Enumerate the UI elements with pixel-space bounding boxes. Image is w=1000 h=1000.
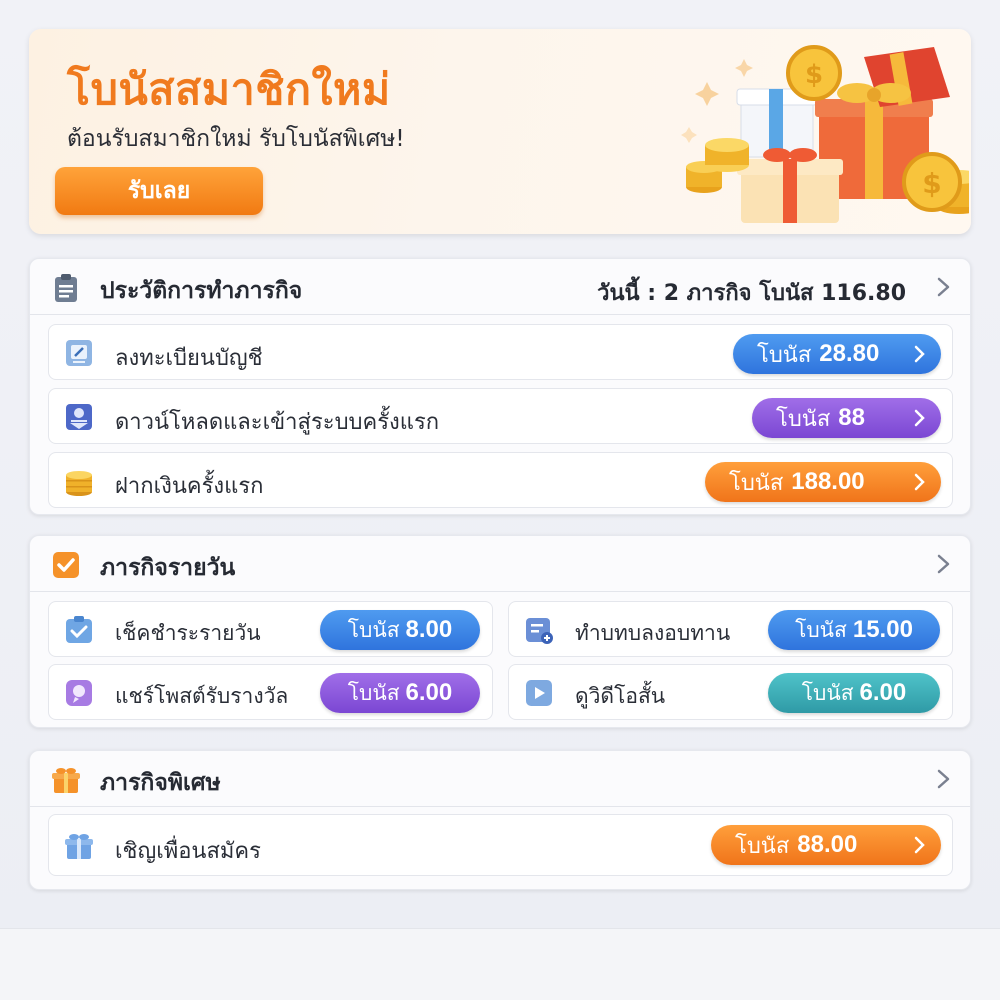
- task-label: แชร์โพสต์รับรางวัล: [115, 684, 289, 708]
- gift-boxes-illustration: $ $: [681, 45, 969, 223]
- banner-title: โบนัสสมาชิกใหม่: [67, 65, 391, 115]
- checkbox-icon: [53, 552, 79, 578]
- new-member-banner: โบนัสสมาชิกใหม่ ต้อนรับสมาชิกใหม่ รับโบน…: [29, 29, 971, 234]
- chevron-right-icon: [914, 473, 925, 491]
- daily-mission-header[interactable]: ภารกิจรายวัน: [30, 536, 970, 592]
- checkin-icon: [66, 616, 92, 643]
- bottom-bar: [0, 928, 1000, 1000]
- daily-mission-title: ภารกิจรายวัน: [100, 555, 236, 581]
- claim-button[interactable]: รับเลย: [55, 167, 263, 215]
- task-label: ดาวน์โหลดและเข้าสู่ระบบครั้งแรก: [115, 410, 440, 435]
- bonus-button[interactable]: โบนัส 6.00: [768, 673, 940, 713]
- svg-text:$: $: [922, 167, 941, 200]
- video-icon: [526, 680, 552, 706]
- task-label: เช็คชำระรายวัน: [115, 621, 261, 645]
- task-icon: [526, 618, 553, 644]
- chevron-right-icon[interactable]: [932, 275, 954, 299]
- today-summary: วันนี้ : 2 ภารกิจ โบนัส 116.80: [597, 281, 906, 306]
- list-item: ดูวิดีโอสั้น โบนัส 6.00: [508, 664, 953, 720]
- gift-box-icon: [52, 768, 80, 793]
- svg-text:$: $: [805, 60, 823, 90]
- task-label: เชิญเพื่อนสมัคร: [115, 839, 261, 864]
- download-icon: [66, 404, 92, 430]
- bonus-button[interactable]: โบนัส 28.80: [733, 334, 941, 374]
- bonus-button[interactable]: โบนัส 8.00: [320, 610, 480, 650]
- task-label: ดูวิดีโอสั้น: [575, 684, 666, 708]
- gift-icon: [65, 834, 93, 859]
- chevron-right-icon: [914, 836, 925, 854]
- special-mission-card: ภารกิจพิเศษ เชิญเพื่อนสมัคร โบนัส 88.00: [29, 750, 971, 890]
- bonus-button[interactable]: โบนัส 188.00: [705, 462, 941, 502]
- chevron-right-icon: [914, 409, 925, 427]
- bonus-button[interactable]: โบนัส 88.00: [711, 825, 941, 865]
- list-item: ฝากเงินครั้งแรก โบนัส 188.00: [48, 452, 953, 508]
- daily-mission-card: ภารกิจรายวัน เช็คชำระรายวัน โบนัส 8.00 ท…: [29, 535, 971, 728]
- coins-icon: [66, 471, 92, 496]
- mission-history-title: ประวัติการทำภารกิจ: [100, 278, 303, 304]
- task-label: ลงทะเบียนบัญชี: [115, 346, 263, 371]
- list-item: แชร์โพสต์รับรางวัล โบนัส 6.00: [48, 664, 493, 720]
- chevron-right-icon[interactable]: [932, 552, 954, 576]
- list-item: เชิญเพื่อนสมัคร โบนัส 88.00: [48, 814, 953, 876]
- task-label: ทำบทบลงอบทาน: [575, 621, 731, 645]
- bonus-button[interactable]: โบนัส 15.00: [768, 610, 940, 650]
- task-label: ฝากเงินครั้งแรก: [115, 474, 264, 499]
- special-mission-header[interactable]: ภารกิจพิเศษ: [30, 751, 970, 807]
- chevron-right-icon[interactable]: [932, 767, 954, 791]
- list-item: ลงทะเบียนบัญชี โบนัส 28.80: [48, 324, 953, 380]
- list-item: เช็คชำระรายวัน โบนัส 8.00: [48, 601, 493, 657]
- special-mission-title: ภารกิจพิเศษ: [100, 770, 221, 796]
- mission-history-header[interactable]: ประวัติการทำภารกิจ วันนี้ : 2 ภารกิจ โบน…: [30, 259, 970, 315]
- register-icon: [66, 340, 92, 366]
- mission-history-card: ประวัติการทำภารกิจ วันนี้ : 2 ภารกิจ โบน…: [29, 258, 971, 515]
- bonus-button[interactable]: โบนัส 88: [752, 398, 941, 438]
- share-icon: [66, 680, 92, 706]
- list-item: ดาวน์โหลดและเข้าสู่ระบบครั้งแรก โบนัส 88: [48, 388, 953, 444]
- banner-subtitle: ต้อนรับสมาชิกใหม่ รับโบนัสพิเศษ!: [67, 126, 405, 152]
- bonus-button[interactable]: โบนัส 6.00: [320, 673, 480, 713]
- chevron-right-icon: [914, 345, 925, 363]
- list-item: ทำบทบลงอบทาน โบนัส 15.00: [508, 601, 953, 657]
- clipboard-icon: [55, 274, 77, 302]
